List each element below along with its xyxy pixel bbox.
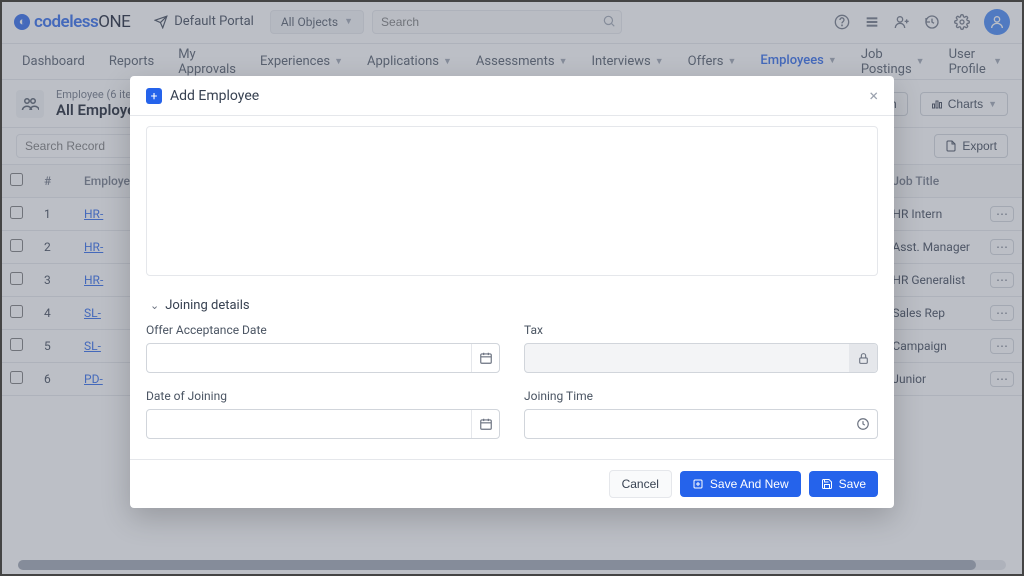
offer-date-input-wrap (146, 343, 500, 373)
doj-input-wrap (146, 409, 500, 439)
previous-section-textarea[interactable] (146, 126, 878, 276)
label-join-time: Joining Time (524, 389, 878, 403)
plus-icon: + (146, 88, 162, 104)
cancel-button[interactable]: Cancel (609, 470, 672, 498)
field-date-of-joining: Date of Joining (146, 389, 500, 439)
add-employee-modal: + Add Employee × ⌄ Joining details Offer… (130, 76, 894, 508)
field-tax: Tax (524, 323, 878, 373)
save-and-new-button[interactable]: Save And New (680, 471, 801, 497)
field-offer-acceptance-date: Offer Acceptance Date (146, 323, 500, 373)
label-offer-date: Offer Acceptance Date (146, 323, 500, 337)
label-tax: Tax (524, 323, 878, 337)
modal-title: Add Employee (170, 88, 259, 104)
form-grid: Offer Acceptance Date Tax Date of Joinin… (146, 323, 878, 439)
tax-input (525, 351, 849, 365)
calendar-icon[interactable] (471, 410, 499, 438)
save-new-icon (692, 478, 704, 490)
lock-icon (849, 344, 877, 372)
tax-input-wrap (524, 343, 878, 373)
doj-input[interactable] (147, 417, 471, 431)
join-time-input[interactable] (525, 417, 849, 431)
offer-date-input[interactable] (147, 351, 471, 365)
calendar-icon[interactable] (471, 344, 499, 372)
modal-header: + Add Employee × (130, 76, 894, 116)
clock-icon[interactable] (849, 410, 877, 438)
field-joining-time: Joining Time (524, 389, 878, 439)
join-time-input-wrap (524, 409, 878, 439)
modal-body[interactable]: ⌄ Joining details Offer Acceptance Date … (130, 116, 894, 459)
save-new-label: Save And New (710, 477, 789, 491)
modal-footer: Cancel Save And New Save (130, 459, 894, 508)
section-joining-details[interactable]: ⌄ Joining details (146, 290, 878, 323)
chevron-down-icon: ⌄ (150, 299, 159, 312)
save-icon (821, 478, 833, 490)
label-doj: Date of Joining (146, 389, 500, 403)
section-title-label: Joining details (165, 298, 249, 313)
save-label: Save (839, 477, 866, 491)
save-button[interactable]: Save (809, 471, 878, 497)
close-icon[interactable]: × (869, 86, 878, 105)
